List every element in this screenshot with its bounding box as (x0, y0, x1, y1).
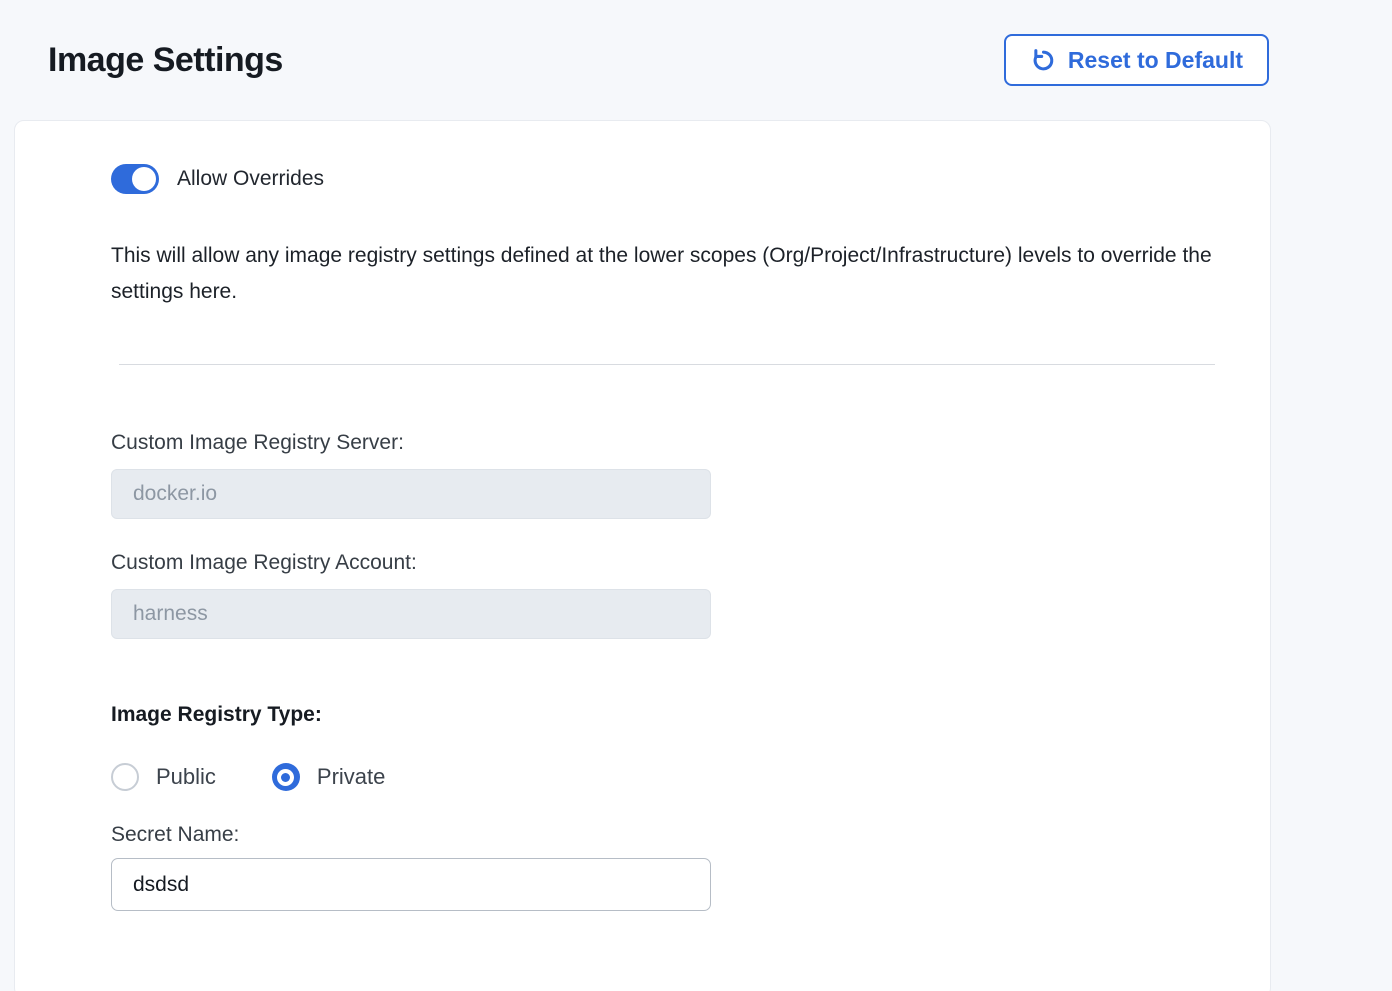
radio-option-public[interactable]: Public (111, 763, 216, 791)
registry-type-label: Image Registry Type: (111, 703, 1270, 727)
section-divider (119, 364, 1215, 365)
registry-type-radio-group: Public Private (111, 763, 1270, 791)
reset-button-label: Reset to Default (1068, 47, 1243, 74)
radio-public-icon[interactable] (111, 763, 139, 791)
image-settings-card: Allow Overrides This will allow any imag… (14, 120, 1271, 991)
allow-overrides-label: Allow Overrides (177, 167, 324, 191)
registry-server-label: Custom Image Registry Server: (111, 431, 1270, 455)
radio-public-label: Public (156, 764, 216, 790)
secret-name-input[interactable] (111, 858, 711, 911)
page-title: Image Settings (48, 41, 283, 80)
reset-icon (1030, 47, 1057, 74)
reset-to-default-button[interactable]: Reset to Default (1004, 34, 1269, 86)
radio-private-icon[interactable] (272, 763, 300, 791)
allow-overrides-toggle[interactable] (111, 164, 159, 194)
radio-private-label: Private (317, 764, 385, 790)
secret-name-label: Secret Name: (111, 823, 1270, 847)
radio-option-private[interactable]: Private (272, 763, 385, 791)
toggle-knob (132, 167, 156, 191)
registry-account-label: Custom Image Registry Account: (111, 551, 1270, 575)
allow-overrides-row: Allow Overrides (111, 164, 1270, 194)
page-header: Image Settings Reset to Default (0, 0, 1392, 120)
registry-account-input[interactable] (111, 589, 711, 639)
overrides-description: This will allow any image registry setti… (111, 238, 1226, 310)
registry-server-input[interactable] (111, 469, 711, 519)
